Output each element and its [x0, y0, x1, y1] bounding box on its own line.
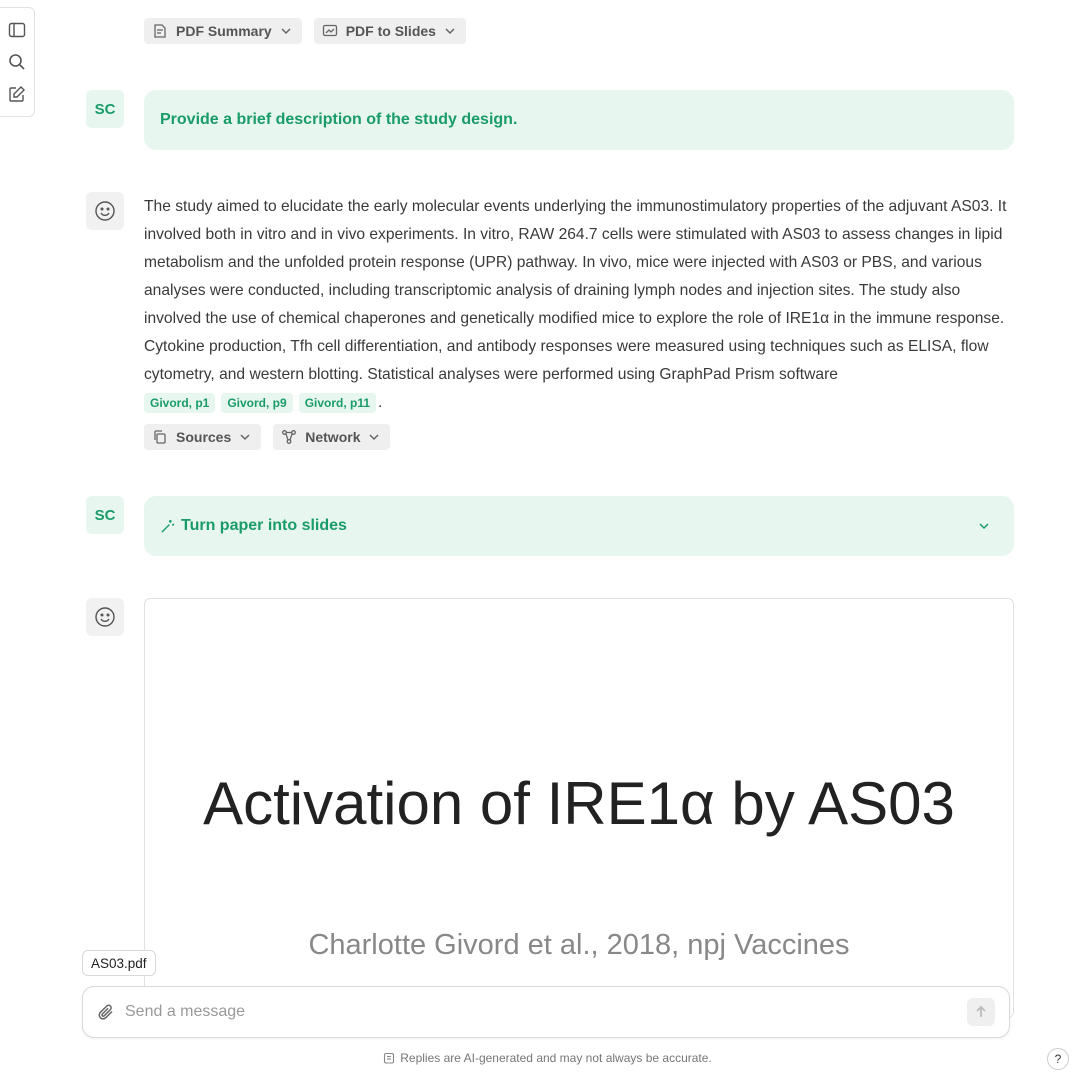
pdf-to-slides-button[interactable]: PDF to Slides [313, 18, 466, 44]
answer-actions: Sources Network [144, 424, 391, 450]
chevron-down-icon [281, 28, 291, 35]
send-button[interactable] [967, 998, 995, 1026]
prev-message-actions: PDF Summary PDF to Slides [144, 18, 466, 44]
summary-icon [154, 24, 166, 38]
citation-chip[interactable]: Givord, p9 [221, 392, 293, 413]
smiley-icon [95, 201, 115, 221]
pdf-summary-button[interactable]: PDF Summary [144, 18, 302, 44]
answer-text: The study aimed to elucidate the early m… [144, 198, 1007, 383]
user-message-text: Turn paper into slides [181, 517, 347, 534]
message-input[interactable] [125, 1003, 967, 1021]
network-icon [282, 430, 297, 444]
disclaimer-text: Replies are AI-generated and may not alw… [400, 1051, 712, 1065]
chevron-down-icon[interactable] [978, 520, 990, 532]
chevron-down-icon [369, 434, 380, 441]
sources-label: Sources [176, 429, 232, 445]
pdf-to-slides-label: PDF to Slides [345, 23, 436, 39]
mini-toolbar [0, 7, 35, 117]
magic-wand-icon [161, 519, 175, 533]
assistant-answer: The study aimed to elucidate the early m… [144, 193, 1014, 417]
assistant-avatar [86, 192, 124, 230]
sidebar-toggle-icon[interactable] [6, 19, 28, 41]
user-avatar: SC [86, 90, 124, 128]
attached-file-chip[interactable]: AS03.pdf [82, 950, 156, 976]
slide-preview[interactable]: Activation of IRE1α by AS03 Charlotte Gi… [144, 598, 1014, 1018]
paperclip-icon[interactable] [97, 1003, 115, 1021]
assistant-avatar [86, 598, 124, 636]
sources-button[interactable]: Sources [144, 424, 262, 450]
ai-disclaimer: Replies are AI-generated and may not alw… [0, 1051, 1078, 1065]
help-button[interactable]: ? [1047, 1048, 1069, 1070]
new-chat-icon[interactable] [6, 83, 28, 105]
chevron-down-icon [240, 434, 250, 441]
user-avatar: SC [86, 496, 124, 534]
citation-chip[interactable]: Givord, p1 [144, 392, 216, 413]
chevron-down-icon [445, 28, 455, 35]
smiley-icon [95, 607, 115, 627]
user-message-collapsible[interactable]: Turn paper into slides [144, 496, 1014, 556]
user-message-text: Provide a brief description of the study… [160, 111, 518, 128]
copy-icon [154, 430, 166, 444]
slide-title: Activation of IRE1α by AS03 [203, 770, 955, 837]
pdf-summary-label: PDF Summary [176, 23, 272, 39]
end-punctuation: . [378, 394, 383, 411]
info-note-icon [384, 1052, 395, 1064]
slides-icon [322, 24, 337, 37]
citation-chip[interactable]: Givord, p11 [298, 392, 377, 413]
slide-subtitle: Charlotte Givord et al., 2018, npj Vacci… [308, 929, 850, 961]
network-button[interactable]: Network [273, 424, 391, 450]
arrow-up-icon [976, 1005, 986, 1017]
search-icon[interactable] [6, 51, 28, 73]
message-composer [82, 986, 1010, 1038]
network-label: Network [305, 429, 361, 445]
user-message: Provide a brief description of the study… [144, 90, 1014, 150]
